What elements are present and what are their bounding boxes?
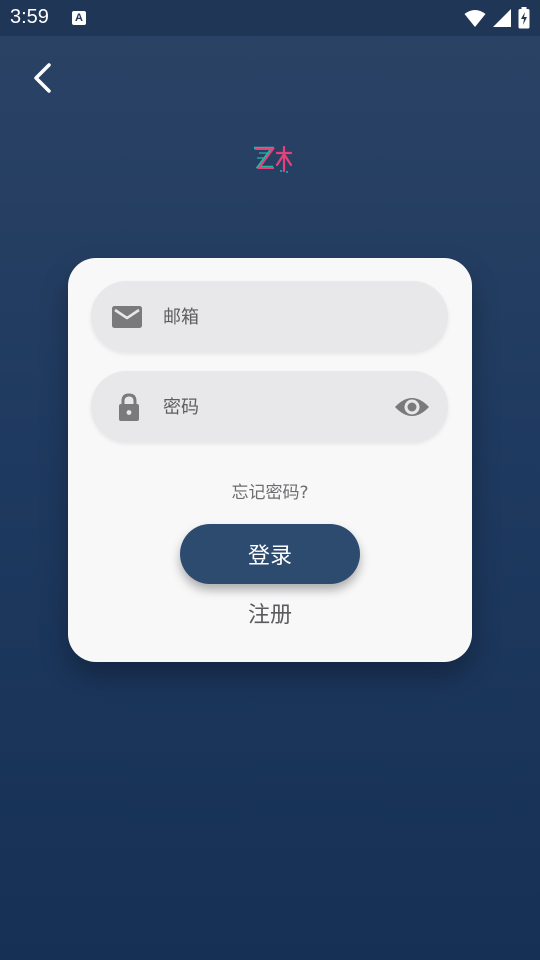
wifi-icon <box>464 10 486 27</box>
lock-icon <box>119 393 139 421</box>
eye-icon[interactable] <box>394 390 430 424</box>
status-time: 3:59 <box>10 6 49 28</box>
chevron-left-icon <box>34 63 51 93</box>
login-button[interactable]: 登录 <box>180 524 360 584</box>
email-input[interactable] <box>163 299 373 335</box>
battery-charging-icon <box>518 7 530 29</box>
login-screen: 3:59 A 邮箱 忘记密码? 登录 注册 <box>0 0 540 960</box>
mail-icon <box>112 306 142 328</box>
back-button[interactable] <box>26 60 62 96</box>
notification-a-icon: A <box>72 11 86 25</box>
forgot-password-link[interactable]: 忘记密码? <box>68 478 472 503</box>
cellular-signal-icon <box>493 9 511 27</box>
password-input[interactable] <box>163 389 373 425</box>
login-card: 忘记密码? 登录 注册 <box>68 258 472 662</box>
app-logo <box>251 144 295 174</box>
status-icons <box>464 7 530 29</box>
register-link[interactable]: 注册 <box>68 597 472 629</box>
password-field[interactable] <box>91 371 448 442</box>
status-bar: 3:59 A <box>0 0 540 36</box>
email-field[interactable] <box>91 281 448 352</box>
